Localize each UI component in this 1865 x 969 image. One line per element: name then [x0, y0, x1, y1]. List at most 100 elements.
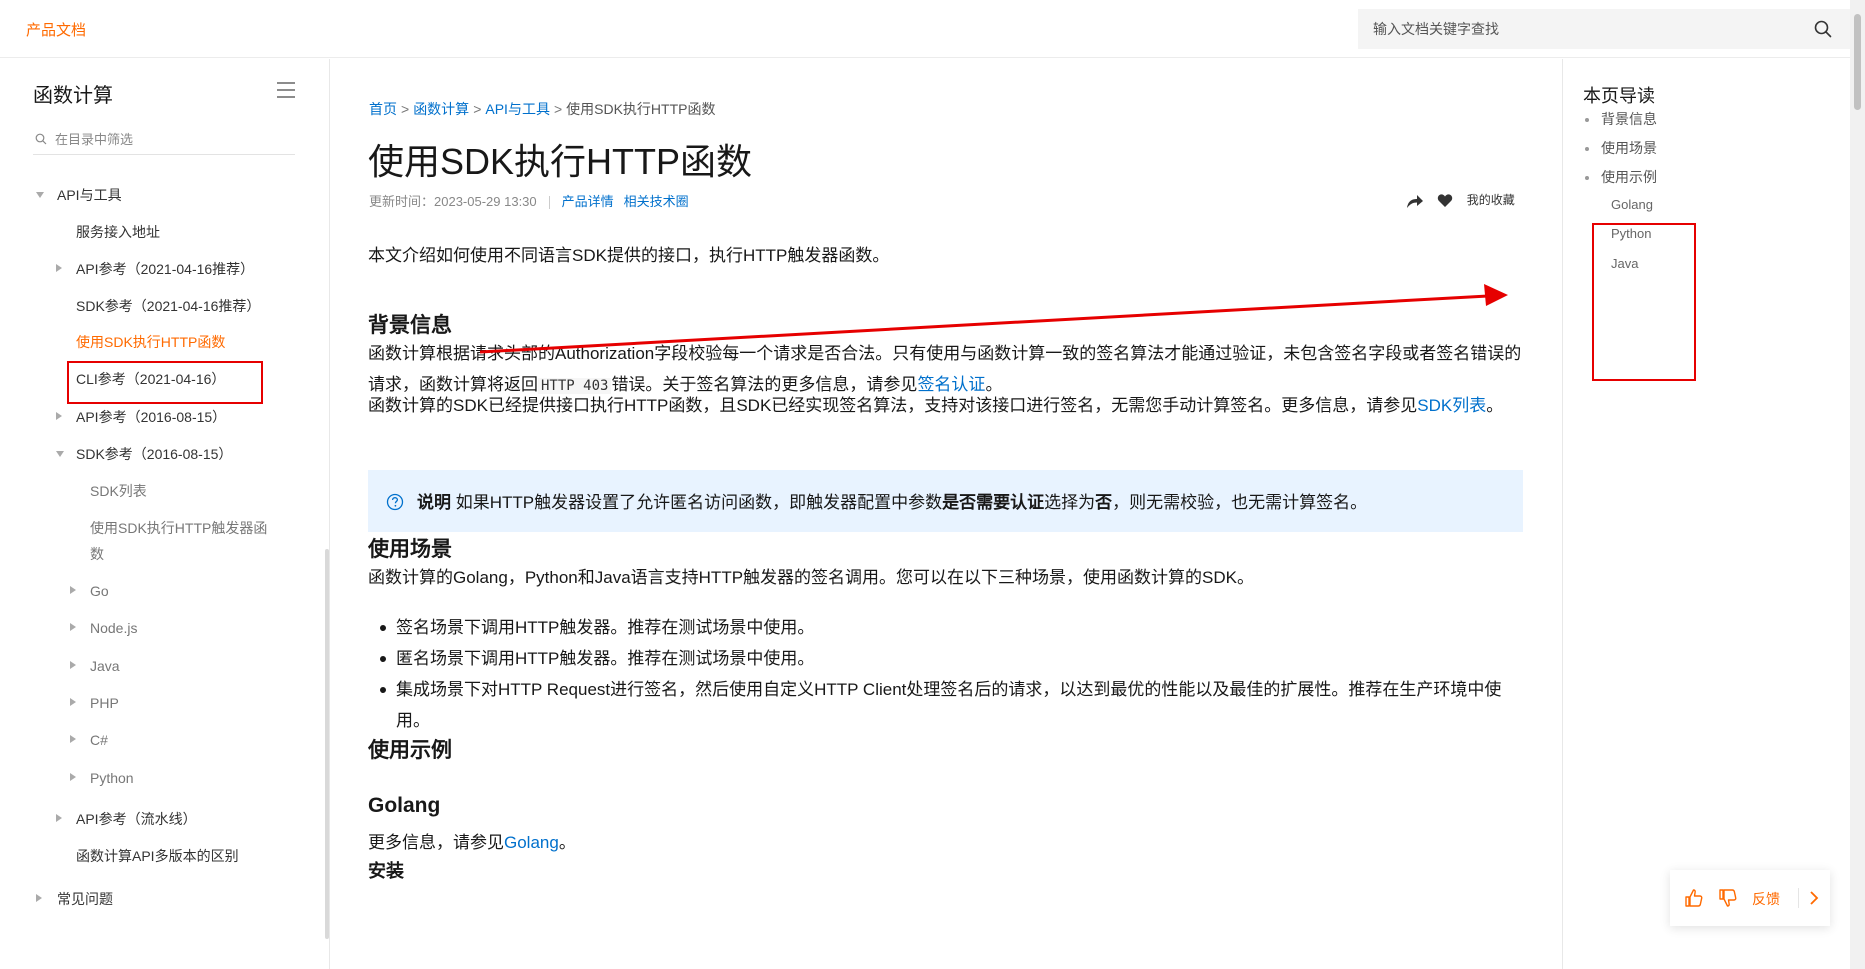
sidebar-item-label: API与工具 — [57, 187, 122, 203]
sidebar-item[interactable]: API与工具 — [0, 180, 320, 210]
share-icon[interactable] — [1406, 193, 1424, 209]
page-toc: 本页导读 背景信息 使用场景 使用示例 Golang Python Java — [1562, 59, 1850, 969]
caret-right-icon[interactable] — [70, 773, 76, 781]
sidebar-item[interactable]: 常见问题 — [0, 884, 320, 914]
sidebar-filter-input[interactable] — [55, 125, 295, 153]
page-scrollbar-thumb[interactable] — [1854, 14, 1861, 110]
annotation-box-toc — [1592, 223, 1696, 381]
background-paragraph-2: 函数计算的SDK已经提供接口执行HTTP函数，且SDK已经实现签名算法，支持对该… — [368, 390, 1523, 421]
toc-sub-golang[interactable]: Golang — [1611, 197, 1653, 212]
feedback-widget: 反馈 — [1670, 870, 1830, 926]
section-scenarios-heading: 使用场景 — [368, 538, 452, 561]
sidebar-item-label: API参考（2021-04-16推荐） — [76, 261, 255, 277]
caret-down-icon[interactable] — [36, 192, 44, 198]
toc-item-scenarios[interactable]: 使用场景 — [1585, 138, 1657, 158]
sidebar-item[interactable]: 函数计算API多版本的区别 — [0, 841, 320, 871]
caret-right-icon[interactable] — [70, 698, 76, 706]
note-label: 说明 — [417, 493, 451, 512]
breadcrumb-current: 使用SDK执行HTTP函数 — [566, 101, 716, 117]
sidebar-filter — [33, 125, 295, 155]
sdk-list-link[interactable]: SDK列表 — [1417, 396, 1486, 415]
product-details-link[interactable]: 产品详情 — [562, 194, 614, 209]
sidebar-item-label: SDK参考（2021-04-16推荐） — [76, 298, 261, 314]
updated-time: 更新时间：2023-05-29 13:30 — [369, 194, 537, 209]
sidebar-item[interactable]: Java — [0, 651, 320, 681]
sidebar-item[interactable]: 服务接入地址 — [0, 217, 320, 247]
sidebar-scrollbar[interactable] — [325, 549, 329, 939]
caret-right-icon[interactable] — [56, 814, 62, 822]
golang-more-end: 。 — [558, 833, 576, 852]
sidebar-item-label: 使用SDK执行HTTP函数 — [76, 334, 226, 350]
filter-search-icon — [35, 133, 47, 145]
feedback-separator — [1798, 888, 1799, 908]
sidebar-item[interactable]: SDK参考（2021-04-16推荐） — [0, 291, 320, 321]
search-icon[interactable] — [1814, 20, 1832, 38]
note-text-d: ，则无需校验，也无需计算签名。 — [1112, 493, 1368, 512]
breadcrumb-function-compute[interactable]: 函数计算 — [413, 101, 469, 117]
heart-icon[interactable] — [1437, 193, 1453, 208]
note-bold-no: 否 — [1095, 493, 1113, 512]
sidebar-item[interactable]: 使用SDK执行HTTP函数 — [0, 327, 320, 357]
sidebar-item[interactable]: PHP — [0, 688, 320, 718]
caret-right-icon[interactable] — [36, 894, 42, 902]
sidebar-item-label: Python — [90, 770, 134, 786]
page-title: 使用SDK执行HTTP函数 — [368, 141, 753, 182]
caret-right-icon[interactable] — [70, 623, 76, 631]
caret-right-icon[interactable] — [70, 586, 76, 594]
sidebar: 函数计算 开发者工具 API与工具服务接入地址 API参考（2021-04-16推荐… — [0, 59, 330, 969]
page-scrollbar[interactable] — [1850, 0, 1865, 969]
menu-icon[interactable] — [276, 81, 296, 99]
bg-p2-end: 。 — [1486, 396, 1504, 415]
my-favorites-link[interactable]: 我的收藏 — [1467, 193, 1515, 207]
sidebar-item-label: 函数计算API多版本的区别 — [76, 848, 239, 864]
sidebar-item-label: Go — [90, 583, 109, 599]
sidebar-item-label: 服务接入地址 — [76, 224, 160, 240]
doc-search-input[interactable] — [1358, 9, 1850, 49]
sidebar-tree: 开发者工具 API与工具服务接入地址 API参考（2021-04-16推荐） SDK参… — [0, 169, 320, 969]
toc-item-background[interactable]: 背景信息 — [1585, 109, 1657, 129]
article-meta: 更新时间：2023-05-29 13:30 产品详情 相关技术圈 — [369, 191, 699, 210]
list-item: 集成场景下对HTTP Request进行签名，然后使用自定义HTTP Clien… — [368, 674, 1518, 736]
caret-right-icon[interactable] — [70, 661, 76, 669]
sidebar-item[interactable]: C# — [0, 725, 320, 755]
sidebar-item-label: Node.js — [90, 620, 138, 636]
brand-link[interactable]: 产品文档 — [26, 19, 86, 40]
breadcrumb-home[interactable]: 首页 — [369, 101, 397, 117]
tech-community-link[interactable]: 相关技术圈 — [624, 194, 689, 209]
caret-right-icon[interactable] — [70, 735, 76, 743]
caret-right-icon[interactable] — [56, 264, 62, 272]
golang-link[interactable]: Golang — [504, 833, 559, 852]
sidebar-item[interactable]: API参考（流水线） — [0, 804, 320, 834]
sidebar-item-label: 常见问题 — [57, 891, 113, 907]
caret-down-icon[interactable] — [56, 451, 64, 457]
sidebar-item[interactable]: API参考（2016-08-15） — [0, 402, 320, 432]
sidebar-item[interactable]: SDK列表 — [0, 476, 320, 506]
sidebar-item[interactable]: SDK参考（2016-08-15） — [0, 439, 320, 469]
sidebar-item[interactable]: 数 — [0, 539, 320, 569]
sidebar-item[interactable]: API参考（2021-04-16推荐） — [0, 254, 320, 284]
sidebar-item-label: API参考（流水线） — [76, 811, 197, 827]
doc-search — [1358, 9, 1850, 49]
thumbs-down-icon[interactable] — [1718, 888, 1738, 908]
breadcrumb-api-tools[interactable]: API与工具 — [485, 101, 550, 117]
sidebar-item[interactable]: Python — [0, 763, 320, 793]
golang-more-info: 更多信息，请参见Golang。 — [368, 827, 1523, 858]
note-text: 说明 如果HTTP触发器设置了允许匿名访问函数，即触发器配置中参数是否需要认证选… — [417, 488, 1367, 513]
caret-right-icon[interactable] — [56, 412, 62, 420]
sidebar-item[interactable]: 开发者工具 — [0, 169, 320, 177]
breadcrumb-separator: > — [553, 101, 563, 117]
toc-item-examples[interactable]: 使用示例 — [1585, 167, 1657, 187]
breadcrumb-separator: > — [401, 101, 410, 117]
list-item: 匿名场景下调用HTTP触发器。推荐在测试场景中使用。 — [368, 643, 1518, 674]
section-background-heading: 背景信息 — [368, 314, 452, 337]
thumbs-up-icon[interactable] — [1684, 888, 1704, 908]
feedback-button[interactable]: 反馈 — [1752, 889, 1780, 909]
section-examples-heading: 使用示例 — [368, 739, 452, 762]
sidebar-item[interactable]: Go — [0, 576, 320, 606]
sidebar-item[interactable]: Node.js — [0, 613, 320, 643]
section-golang-heading: Golang — [368, 794, 441, 817]
chevron-right-icon[interactable] — [1804, 888, 1824, 908]
list-item: 签名场景下调用HTTP触发器。推荐在测试场景中使用。 — [368, 612, 1518, 643]
sidebar-item-label: Java — [90, 658, 120, 674]
sidebar-item-label: PHP — [90, 695, 119, 711]
